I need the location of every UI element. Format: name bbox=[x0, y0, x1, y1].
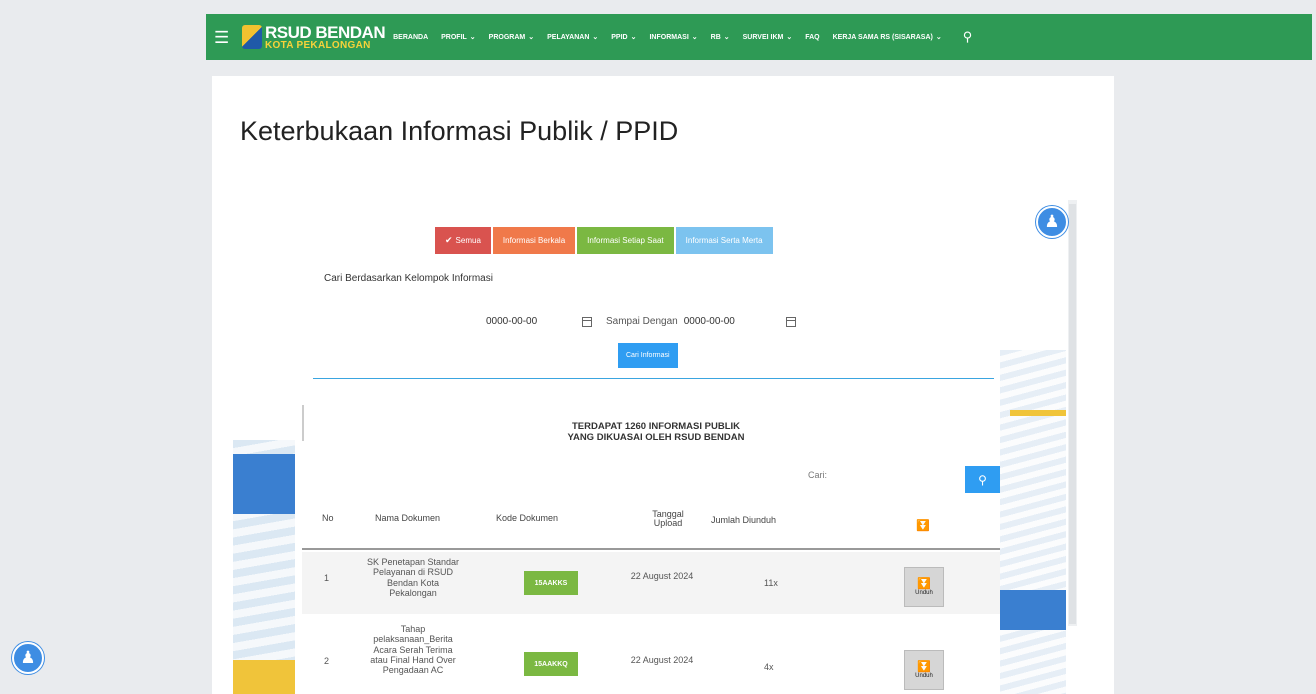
accessibility-icon[interactable]: ♟ bbox=[12, 642, 44, 674]
column-header-tanggal: Tanggal Upload bbox=[652, 509, 684, 528]
top-navbar: ☰ RSUD BENDAN KOTA PEKALONGAN BERANDA PR… bbox=[206, 14, 1312, 60]
check-icon: ✔ bbox=[445, 235, 453, 245]
nav-item-ppid[interactable]: PPID ⌄ bbox=[611, 33, 636, 41]
nav-item-profil[interactable]: PROFIL ⌄ bbox=[441, 33, 476, 41]
logo-title: RSUD BENDAN bbox=[265, 22, 386, 42]
search-group-label: Cari Berdasarkan Kelompok Informasi bbox=[324, 273, 493, 284]
upload-date: 22 August 2024 bbox=[630, 655, 694, 665]
table-row: 2 Tahap pelaksanaan_Berita Acara Serah T… bbox=[302, 616, 1000, 694]
document-name: SK Penetapan Standar Pelayanan di RSUD B… bbox=[366, 557, 460, 599]
table-search-label[interactable]: Cari: bbox=[808, 470, 827, 480]
download-column-icon: ⏬ bbox=[916, 520, 930, 532]
decorative-graphic-left bbox=[233, 440, 295, 694]
column-header-nama: Nama Dokumen bbox=[375, 513, 441, 523]
sampai-dengan-label: Sampai Dengan bbox=[606, 316, 678, 327]
nav-item-kerja-sama[interactable]: KERJA SAMA RS (SISARASA) ⌄ bbox=[833, 33, 942, 41]
document-code-badge: 15AAKKQ bbox=[524, 652, 578, 676]
divider-line bbox=[302, 405, 304, 441]
filter-serta-merta-button[interactable]: Informasi Serta Merta bbox=[675, 227, 773, 254]
chevron-down-icon: ⌄ bbox=[786, 34, 793, 41]
download-count: 11x bbox=[764, 578, 778, 588]
section-divider bbox=[313, 378, 994, 379]
hamburger-menu-icon[interactable]: ☰ bbox=[214, 29, 234, 46]
table-search-button[interactable]: ⚲ bbox=[965, 466, 1000, 493]
row-number: 1 bbox=[324, 573, 330, 583]
nav-item-rb[interactable]: RB ⌄ bbox=[711, 33, 730, 41]
nav-item-program[interactable]: PROGRAM ⌄ bbox=[489, 33, 534, 41]
unduh-button[interactable]: ⏬ Unduh bbox=[904, 650, 944, 690]
accessibility-icon[interactable]: ♟ bbox=[1036, 206, 1068, 238]
decorative-graphic-right bbox=[1000, 350, 1066, 694]
chevron-down-icon: ⌄ bbox=[630, 34, 637, 41]
column-header-kode: Kode Dokumen bbox=[496, 513, 559, 523]
chevron-down-icon: ⌄ bbox=[469, 34, 476, 41]
document-name: Tahap pelaksanaan_Berita Acara Serah Ter… bbox=[370, 624, 456, 676]
logo-subtitle: KOTA PEKALONGAN bbox=[265, 39, 371, 51]
scrollbar-thumb[interactable] bbox=[1069, 204, 1076, 624]
date-from-input[interactable]: 0000-00-00 bbox=[486, 316, 576, 327]
calendar-icon[interactable] bbox=[582, 316, 592, 327]
site-logo[interactable]: RSUD BENDAN KOTA PEKALONGAN bbox=[242, 22, 386, 51]
chevron-down-icon: ⌄ bbox=[691, 34, 698, 41]
search-icon[interactable]: ⚲ bbox=[963, 29, 973, 45]
download-icon: ⏬ bbox=[917, 577, 931, 590]
information-summary: TERDAPAT 1260 INFORMASI PUBLIK YANG DIKU… bbox=[567, 421, 745, 444]
unduh-button[interactable]: ⏬ Unduh bbox=[904, 567, 944, 607]
column-header-no: No bbox=[322, 513, 334, 523]
row-number: 2 bbox=[324, 656, 330, 666]
download-count: 4x bbox=[764, 662, 774, 672]
nav-item-pelayanan[interactable]: PELAYANAN ⌄ bbox=[547, 33, 598, 41]
chevron-down-icon: ⌄ bbox=[528, 34, 535, 41]
nav-item-informasi[interactable]: INFORMASI ⌄ bbox=[649, 33, 697, 41]
filter-berkala-button[interactable]: Informasi Berkala bbox=[492, 227, 576, 254]
download-icon: ⏬ bbox=[917, 660, 931, 673]
upload-date: 22 August 2024 bbox=[630, 571, 694, 581]
filter-semua-button[interactable]: ✔ Semua bbox=[435, 227, 491, 254]
nav-item-faq[interactable]: FAQ bbox=[805, 34, 819, 41]
scrollbar[interactable] bbox=[1068, 200, 1077, 626]
chevron-down-icon: ⌄ bbox=[935, 34, 942, 41]
logo-emblem-icon bbox=[242, 25, 262, 49]
nav-item-beranda[interactable]: BERANDA bbox=[393, 34, 428, 41]
nav-item-survei-ikm[interactable]: SURVEI IKM ⌄ bbox=[743, 33, 793, 41]
category-filter-group: ✔ Semua Informasi Berkala Informasi Setia… bbox=[435, 227, 773, 254]
chevron-down-icon: ⌄ bbox=[592, 34, 599, 41]
filter-setiap-saat-button[interactable]: Informasi Setiap Saat bbox=[577, 227, 674, 254]
document-code-badge: 15AAKKS bbox=[524, 571, 578, 595]
table-header-divider bbox=[302, 548, 1000, 550]
cari-informasi-button[interactable]: Cari Informasi bbox=[618, 343, 678, 368]
date-to-input[interactable]: 0000-00-00 bbox=[684, 316, 780, 327]
date-range-row: 0000-00-00 Sampai Dengan 0000-00-00 bbox=[486, 316, 810, 327]
chevron-down-icon: ⌄ bbox=[723, 34, 730, 41]
table-row: 1 SK Penetapan Standar Pelayanan di RSUD… bbox=[302, 552, 1000, 614]
calendar-icon[interactable] bbox=[785, 316, 796, 327]
column-header-jumlah: Jumlah Diunduh bbox=[711, 515, 777, 525]
page-title: Keterbukaan Informasi Publik / PPID bbox=[240, 116, 679, 146]
